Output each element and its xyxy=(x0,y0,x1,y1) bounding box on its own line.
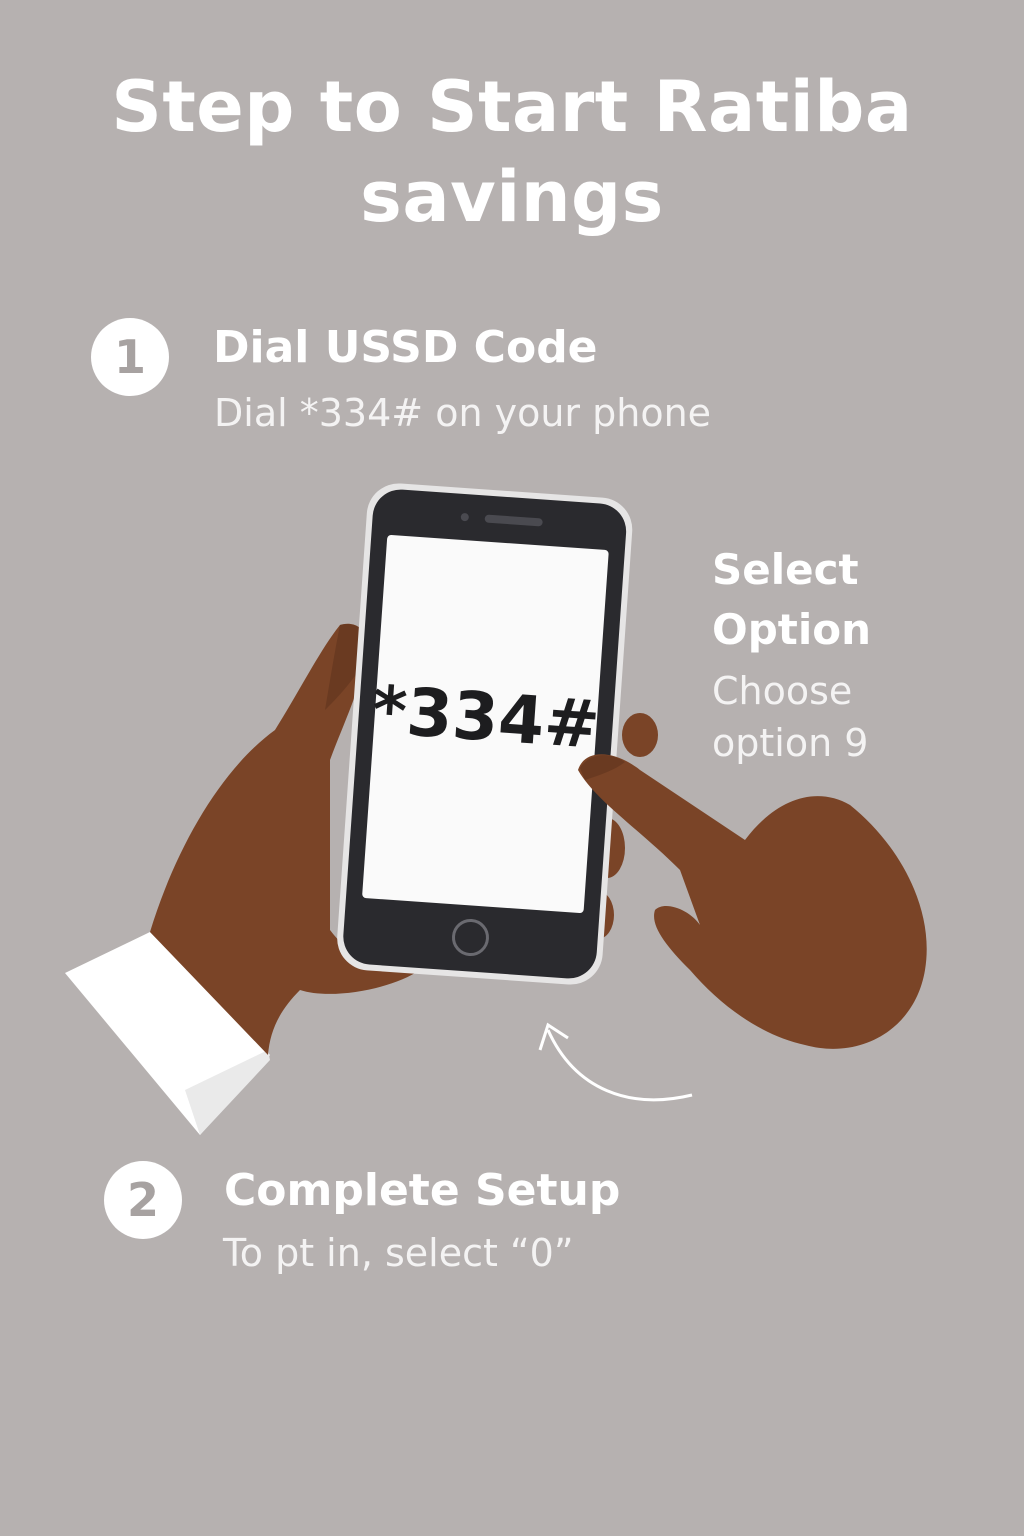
step-1-description: Dial *334# on your phone xyxy=(214,391,712,435)
smartphone: *334# xyxy=(337,483,633,985)
curved-arrow-icon xyxy=(538,1022,693,1102)
page-title: Step to Start Ratiba savings xyxy=(111,66,913,238)
step-1-number-badge: 1 xyxy=(91,318,169,396)
select-option-heading: Select Option xyxy=(712,545,871,654)
step-2-number-badge: 2 xyxy=(104,1161,182,1239)
select-option-description: Choose option 9 xyxy=(712,669,869,765)
phone-screen-code: *334# xyxy=(370,671,602,764)
step-2-heading: Complete Setup xyxy=(224,1165,621,1216)
step-1-heading: Dial USSD Code xyxy=(213,322,598,373)
step-2-description: To pt in, select “0” xyxy=(223,1231,574,1275)
pointing-hand-illustration xyxy=(578,754,927,1049)
